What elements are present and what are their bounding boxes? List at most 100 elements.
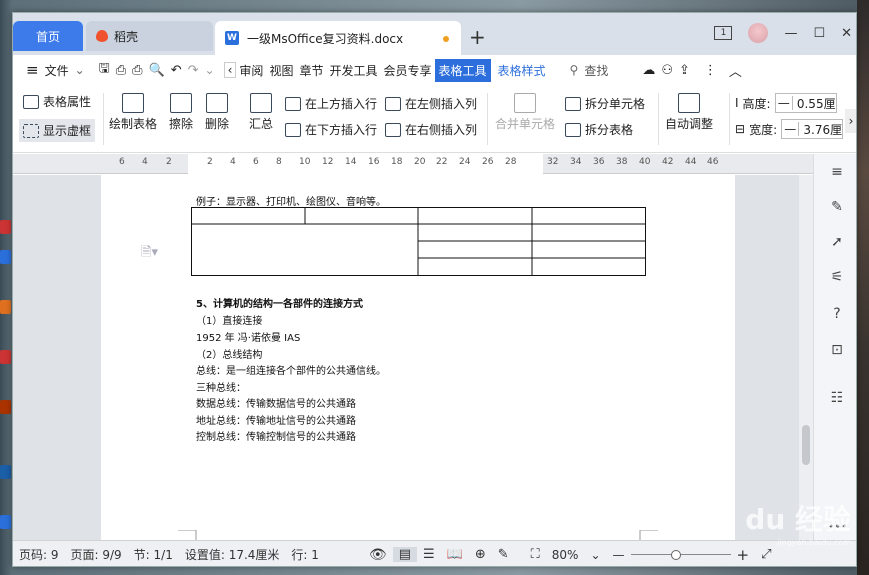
vertical-scrollbar[interactable] — [799, 175, 813, 540]
desktop-icon[interactable] — [0, 220, 11, 234]
insert-right-button[interactable]: 在右侧插入列 — [385, 121, 477, 138]
auto-adjust-button[interactable]: 自动调整 — [665, 93, 713, 132]
desktop-icon[interactable] — [0, 465, 11, 479]
menu-lines-icon[interactable]: ≡ — [828, 164, 846, 182]
tab-daoke[interactable]: 稻壳 — [86, 21, 213, 51]
table-props-button[interactable]: 表格属性 — [23, 93, 91, 110]
more-chevron-icon[interactable]: ⌄ — [202, 63, 218, 77]
minimize-icon[interactable]: — — [784, 26, 797, 41]
print-preview-icon[interactable]: 🔍 — [146, 63, 168, 78]
merge-cells-button[interactable]: 合并单元格 — [495, 93, 555, 132]
zoom-slider-knob[interactable] — [670, 549, 681, 560]
menu-review[interactable]: 审阅 — [236, 62, 266, 79]
menu-member[interactable]: 会员专享 — [380, 62, 434, 79]
avatar[interactable] — [748, 23, 769, 43]
save-icon[interactable]: 🖫 — [96, 59, 113, 81]
desktop-icon[interactable] — [0, 350, 11, 364]
doc-table[interactable] — [191, 207, 646, 277]
status-setting[interactable]: 设置值: 17.4厘米 — [179, 546, 286, 563]
width-spinner[interactable]: —3.76厘 — [781, 119, 844, 139]
desktop-icon[interactable] — [0, 300, 11, 314]
inbox-icon[interactable]: ⊡ — [828, 342, 846, 360]
insert-above-button[interactable]: 在上方插入行 — [285, 95, 377, 112]
height-spinner[interactable]: —0.55厘 — [774, 93, 837, 113]
cloud-sync-icon[interactable]: ☁ — [639, 63, 658, 78]
scrollbar-thumb[interactable] — [802, 425, 810, 465]
chevron-down-icon[interactable]: ⌄ — [72, 63, 88, 77]
more-menu-icon[interactable]: ⋮ — [701, 63, 720, 78]
ribbon-scroll-right-icon[interactable]: › — [845, 109, 856, 133]
delete-button[interactable]: 删除 — [205, 93, 229, 132]
search-icon[interactable]: ⚲ — [567, 63, 582, 77]
insert-left-label: 在左侧插入列 — [405, 97, 478, 111]
menu-chapter[interactable]: 章节 — [296, 62, 326, 79]
status-pages[interactable]: 页面: 9/9 — [65, 546, 128, 563]
summary-button[interactable]: 汇总 — [249, 93, 273, 132]
height-minus[interactable]: — — [776, 96, 793, 110]
erase-button[interactable]: 擦除 — [169, 93, 193, 132]
zoom-slider[interactable] — [630, 549, 731, 560]
insert-below-button[interactable]: 在下方插入行 — [285, 121, 377, 138]
zoom-level[interactable]: 80% — [546, 548, 585, 562]
status-section[interactable]: 节: 1/1 — [128, 546, 179, 563]
divider — [487, 93, 488, 145]
ruler-tick: 22 — [436, 157, 448, 167]
fit-page-icon[interactable]: ⛶ — [525, 547, 546, 562]
close-icon[interactable]: ✕ — [841, 26, 852, 41]
search-label[interactable]: 查找 — [581, 62, 611, 79]
desktop-icon[interactable] — [0, 400, 11, 414]
width-value[interactable]: 3.76厘 — [799, 121, 842, 138]
cursor-icon[interactable]: ➚ — [828, 234, 846, 252]
show-grid-button[interactable]: 显示虚框 — [19, 119, 96, 142]
maximize-icon[interactable]: ☐ — [813, 26, 825, 41]
tab-document[interactable]: W 一级MsOffice复习资料.docx — [215, 21, 461, 55]
status-page-number[interactable]: 页码: 9 — [13, 546, 65, 563]
page-view-icon[interactable]: ▤ — [392, 547, 417, 562]
collab-icon[interactable]: ⚇ — [658, 63, 676, 78]
zoom-dropdown-icon[interactable]: ⌄ — [584, 548, 606, 562]
write-view-icon[interactable]: ✎ — [492, 547, 515, 562]
menu-file[interactable]: 文件 — [42, 62, 72, 79]
new-tab-button[interactable]: + — [469, 25, 486, 49]
height-value[interactable]: 0.55厘 — [793, 95, 836, 112]
menu-view[interactable]: 视图 — [266, 62, 296, 79]
draw-table-button[interactable]: 绘制表格 — [109, 93, 157, 132]
delete-table-icon — [206, 93, 228, 113]
window-count-badge[interactable]: 1 — [714, 26, 733, 40]
width-icon: ⊟ — [735, 122, 746, 136]
web-view-icon[interactable]: ⊕ — [469, 547, 492, 562]
ruler-tick: 4 — [230, 157, 236, 167]
split-table-button[interactable]: 拆分表格 — [565, 121, 633, 138]
eye-icon[interactable]: 👁 — [363, 547, 393, 563]
export-icon[interactable]: ⎙ — [113, 63, 129, 78]
print-icon[interactable]: ⎙ — [129, 63, 145, 78]
pencil-grid-icon — [122, 93, 144, 113]
paragraph-marker-icon[interactable]: 🗎▾ — [141, 243, 158, 265]
pen-icon[interactable]: ✎ — [828, 199, 846, 217]
tab-table-tools[interactable]: 表格工具 — [434, 58, 491, 82]
zoom-out-button[interactable]: — — [607, 548, 631, 562]
fullscreen-icon[interactable]: ⤢ — [755, 547, 777, 562]
desktop-icon[interactable] — [0, 515, 11, 529]
redo-icon[interactable]: ↷ — [185, 63, 202, 78]
undo-icon[interactable]: ↶ — [168, 63, 185, 78]
sliders-icon[interactable]: ⚟ — [828, 269, 846, 287]
tab-table-style[interactable]: 表格样式 — [495, 62, 549, 79]
share-icon[interactable]: ⇪ — [676, 63, 693, 78]
desktop-icon[interactable] — [0, 250, 11, 264]
tab-home[interactable]: 首页 — [13, 21, 83, 51]
help-icon[interactable]: ? — [828, 306, 846, 324]
width-minus[interactable]: — — [782, 122, 800, 136]
split-cells-button[interactable]: 拆分单元格 — [565, 95, 645, 112]
outline-view-icon[interactable]: ☰ — [417, 547, 441, 562]
zoom-in-button[interactable]: + — [731, 546, 756, 564]
hamburger-icon[interactable]: ≡ — [23, 61, 42, 79]
collapse-ribbon-icon[interactable]: ︿ — [726, 61, 745, 80]
insert-left-button[interactable]: 在左侧插入列 — [385, 95, 477, 112]
status-row[interactable]: 行: 1 — [285, 546, 325, 563]
format-clear-icon[interactable]: ☷ — [828, 390, 846, 408]
reading-view-icon[interactable]: 📖 — [441, 547, 469, 562]
scroll-left-icon[interactable]: ‹ — [223, 62, 237, 78]
menu-dev-tools[interactable]: 开发工具 — [326, 62, 380, 79]
ruler-tick: 36 — [593, 157, 605, 167]
